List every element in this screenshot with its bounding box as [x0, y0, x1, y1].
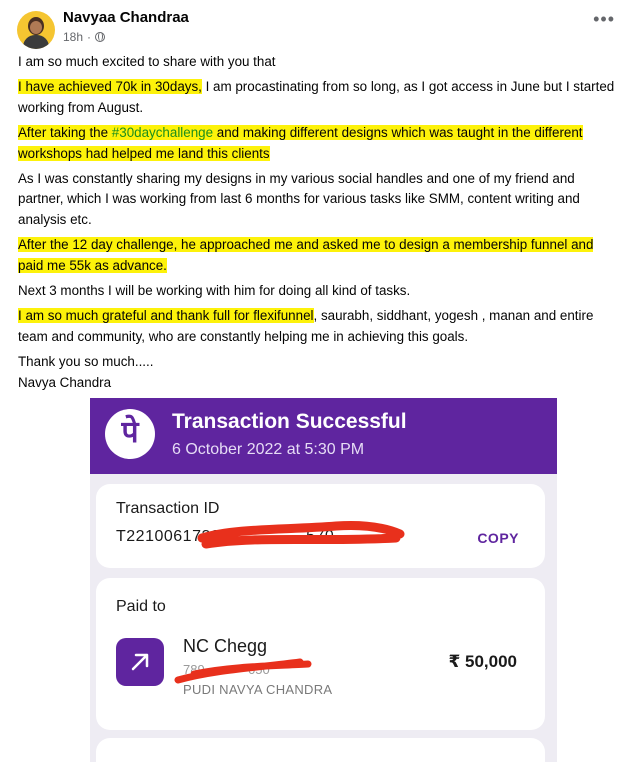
- highlighted-text: I am so much grateful and thank full for…: [18, 308, 314, 324]
- transaction-banner: पे Transaction Successful 6 October 2022…: [90, 398, 557, 474]
- post-meta: 18h ·: [63, 30, 106, 44]
- phonepe-logo: पे: [105, 409, 155, 459]
- post-paragraph: I am so much grateful and thank full for…: [18, 306, 622, 347]
- highlighted-text: After the 12 day challenge, he approache…: [18, 237, 594, 273]
- copy-button[interactable]: COPY: [477, 530, 519, 546]
- post-body: I am so much excited to share with you t…: [18, 52, 622, 398]
- post-text: As I was constantly sharing my designs i…: [18, 171, 580, 227]
- post-paragraph: I am so much excited to share with you t…: [18, 52, 622, 72]
- avatar-face: [30, 21, 42, 34]
- transaction-date: 6 October 2022 at 5:30 PM: [172, 441, 365, 458]
- meta-separator: ·: [87, 30, 92, 44]
- post-text: I am so much excited to share with you t…: [18, 54, 276, 69]
- post-header: Navyaa Chandraa 18h · •••: [0, 0, 629, 52]
- highlighted-text: I have achieved 70k in 30days,: [18, 79, 202, 95]
- post-paragraph: As I was constantly sharing my designs i…: [18, 169, 622, 230]
- paid-to-card: Paid to NC Chegg 789XXXXX050 PUDI NAVYA …: [96, 578, 545, 730]
- post-paragraph: I have achieved 70k in 30days, I am proc…: [18, 77, 622, 118]
- post-paragraph: Next 3 months I will be working with him…: [18, 281, 622, 301]
- globe-icon[interactable]: [95, 32, 106, 42]
- post-text: After taking the: [18, 125, 112, 141]
- payment-screenshot[interactable]: पे Transaction Successful 6 October 2022…: [90, 398, 557, 762]
- paid-to-label: Paid to: [116, 598, 166, 615]
- post-time[interactable]: 18h: [63, 30, 83, 44]
- transaction-title: Transaction Successful: [172, 410, 407, 433]
- payment-amount: ₹ 50,000: [448, 652, 517, 671]
- post-signature: Navya Chandra: [18, 374, 112, 390]
- author-avatar[interactable]: [17, 11, 55, 49]
- post-text: Next 3 months I will be working with him…: [18, 283, 411, 299]
- hashtag-link[interactable]: #30daychallenge: [112, 125, 213, 140]
- avatar-body: [23, 35, 49, 49]
- post-paragraph: After the 12 day challenge, he approache…: [18, 235, 622, 276]
- payee-upi-name: PUDI NAVYA CHANDRA: [183, 682, 333, 697]
- post-text: Thank you so much.....: [18, 354, 154, 370]
- post-paragraph: After taking the #30daychallenge and mak…: [18, 123, 622, 164]
- post-paragraph: Navya Chandra: [18, 373, 622, 393]
- redaction-scribble: [197, 521, 405, 549]
- transaction-id-card: Transaction ID T221006173030XXXXXX570 CO…: [96, 484, 545, 568]
- post-paragraph: Thank you so much.....: [18, 352, 622, 372]
- arrow-up-right-icon: [116, 638, 164, 686]
- more-options-icon[interactable]: •••: [593, 10, 615, 28]
- author-name[interactable]: Navyaa Chandraa: [63, 9, 189, 26]
- highlighted-text: After taking the #30daychallenge and mak…: [18, 125, 583, 161]
- next-card: [96, 738, 545, 762]
